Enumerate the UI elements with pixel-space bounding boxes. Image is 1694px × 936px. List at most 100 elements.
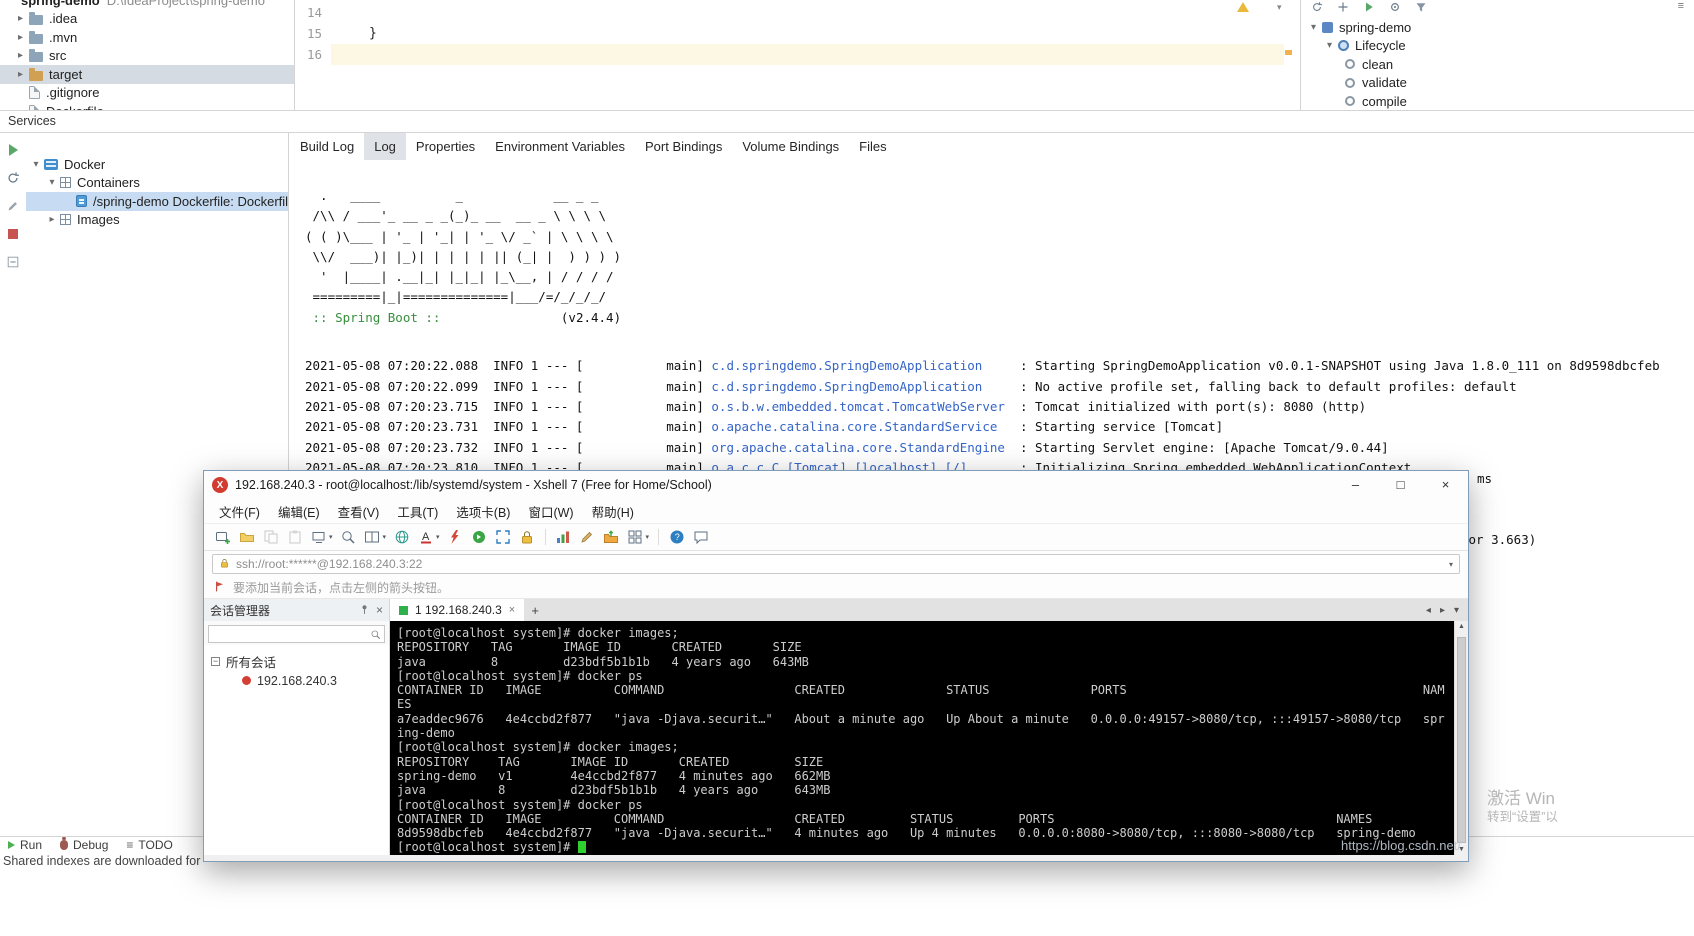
disconnect-icon[interactable] [445, 527, 466, 548]
run-maven-icon[interactable] [1363, 1, 1375, 13]
maven-goal[interactable]: clean [1301, 55, 1694, 74]
chevron-right-icon[interactable]: ▸ [14, 50, 27, 61]
run-toolwindow-button[interactable]: Run [8, 838, 42, 852]
chevron-right-icon[interactable]: ▸ [46, 214, 58, 225]
filter-icon[interactable] [1415, 1, 1427, 13]
project-tree-item[interactable]: .gitignore [0, 84, 294, 103]
terminal-scrollbar[interactable]: ▲ ▼ [1454, 621, 1468, 855]
address-dropdown-icon[interactable]: ▾ [1449, 560, 1453, 569]
session-item[interactable]: 192.168.240.3 [204, 671, 389, 690]
services-tab-volume-bindings[interactable]: Volume Bindings [732, 133, 849, 160]
split-view-icon[interactable] [362, 527, 383, 548]
open-session-icon[interactable] [236, 527, 257, 548]
maven-lifecycle-row[interactable]: ▾ Lifecycle [1301, 37, 1694, 56]
menu-icon[interactable]: ≡ [1678, 0, 1684, 12]
search-icon[interactable] [370, 627, 381, 645]
lock-toolbar-icon[interactable] [517, 527, 538, 548]
dropdown-caret-icon[interactable]: ▾ [383, 533, 387, 541]
warning-icon[interactable] [1237, 2, 1249, 12]
menu-item[interactable]: 选项卡(B) [447, 502, 519, 521]
xshell-titlebar[interactable]: X 192.168.240.3 - root@localhost:/lib/sy… [204, 471, 1468, 499]
refresh-icon[interactable] [1311, 1, 1323, 13]
project-tree-item[interactable]: ▸src [0, 47, 294, 66]
all-sessions-item[interactable]: − 所有会话 [204, 652, 389, 671]
terminal[interactable]: [root@localhost system]# docker images;R… [390, 621, 1454, 855]
services-tree-item[interactable]: ▾Containers [26, 174, 288, 193]
font-color-icon[interactable]: A [415, 527, 436, 548]
services-tab-files[interactable]: Files [849, 133, 896, 160]
chevron-right-icon[interactable]: ▸ [14, 69, 27, 80]
dropdown-caret-icon[interactable]: ▾ [436, 533, 440, 541]
chevron-down-icon[interactable]: ▾ [1307, 22, 1320, 33]
services-panel-header[interactable]: Services [0, 110, 1694, 133]
session-search-input[interactable] [208, 625, 385, 643]
collapse-all-icon[interactable] [6, 255, 20, 269]
project-tree-item[interactable]: Dockerfile [0, 102, 294, 110]
services-tree-item[interactable]: ▾Docker [26, 155, 288, 174]
services-tree-item[interactable]: ▸Images [26, 211, 288, 230]
debug-toolwindow-button[interactable]: Debug [60, 838, 108, 852]
edit-icon[interactable] [6, 199, 20, 213]
tab-prev-icon[interactable]: ◂ [1426, 605, 1431, 616]
maximize-button[interactable]: □ [1378, 471, 1423, 499]
terminal-tab[interactable]: 1 192.168.240.3 × [390, 599, 524, 621]
globe-icon[interactable] [391, 527, 412, 548]
find-icon[interactable] [338, 527, 359, 548]
menu-item[interactable]: 帮助(H) [583, 502, 643, 521]
menu-item[interactable]: 工具(T) [388, 502, 447, 521]
help-icon[interactable]: ? [666, 527, 687, 548]
chevron-down-icon[interactable]: ▾ [1277, 2, 1282, 13]
chevron-right-icon[interactable]: ▸ [14, 32, 27, 43]
services-tree-item[interactable]: /spring-demo Dockerfile: Dockerfile [26, 192, 288, 211]
services-tab-environment-variables[interactable]: Environment Variables [485, 133, 635, 160]
project-tree-item[interactable]: ▸.mvn [0, 28, 294, 47]
pin-icon[interactable] [359, 603, 370, 618]
menu-item[interactable]: 查看(V) [329, 502, 389, 521]
editor[interactable]: 141516 } ▾ [295, 0, 1300, 110]
chart-icon[interactable] [553, 527, 574, 548]
menu-item[interactable]: 文件(F) [210, 502, 269, 521]
session-panel-close-icon[interactable]: × [376, 603, 383, 617]
grid-view-icon[interactable] [625, 527, 646, 548]
chevron-right-icon[interactable]: ▸ [14, 13, 27, 24]
start-icon[interactable] [6, 143, 20, 157]
project-tree-item[interactable]: ▸.idea [0, 10, 294, 29]
feedback-icon[interactable] [690, 527, 711, 548]
project-tree-item[interactable]: ▸target [0, 65, 294, 84]
tab-close-icon[interactable]: × [509, 604, 515, 616]
maven-goal[interactable]: compile [1301, 92, 1694, 110]
dropdown-caret-icon[interactable]: ▾ [646, 533, 650, 541]
menu-item[interactable]: 窗口(W) [519, 502, 582, 521]
scroll-up-icon[interactable]: ▲ [1458, 623, 1465, 630]
copy-icon[interactable] [260, 527, 281, 548]
chevron-down-icon[interactable]: ▾ [46, 177, 58, 188]
gear-icon[interactable] [1389, 1, 1401, 13]
chevron-down-icon[interactable]: ▾ [30, 159, 42, 170]
menu-item[interactable]: 编辑(E) [269, 502, 329, 521]
plus-icon[interactable] [1337, 1, 1349, 13]
paste-icon[interactable] [284, 527, 305, 548]
compose-icon[interactable] [577, 527, 598, 548]
services-tab-port-bindings[interactable]: Port Bindings [635, 133, 732, 160]
tab-menu-icon[interactable]: ▾ [1454, 605, 1459, 616]
maven-project-row[interactable]: ▾ spring-demo [1301, 18, 1694, 37]
project-tree-root[interactable]: spring-demoD:\IdeaProject\spring-demo [0, 0, 294, 10]
new-tab-button[interactable]: + [524, 603, 546, 618]
reconnect-icon[interactable] [469, 527, 490, 548]
transfer-icon[interactable] [601, 527, 622, 548]
dropdown-caret-icon[interactable]: ▾ [329, 533, 333, 541]
tab-next-icon[interactable]: ▸ [1440, 605, 1445, 616]
maven-goal[interactable]: validate [1301, 74, 1694, 93]
services-tab-log[interactable]: Log [364, 133, 406, 160]
services-tab-build-log[interactable]: Build Log [290, 133, 364, 160]
close-button[interactable]: × [1423, 471, 1468, 499]
collapse-icon[interactable]: − [211, 657, 220, 666]
refresh-icon[interactable] [6, 171, 20, 185]
stop-icon[interactable] [6, 227, 20, 241]
services-tab-properties[interactable]: Properties [406, 133, 485, 160]
address-box[interactable]: ssh://root:******@192.168.240.3:22 ▾ [212, 554, 1460, 574]
fullscreen-icon[interactable] [493, 527, 514, 548]
xshell-window[interactable]: X 192.168.240.3 - root@localhost:/lib/sy… [203, 470, 1469, 862]
minimize-button[interactable]: – [1333, 471, 1378, 499]
scrollbar-thumb[interactable] [1457, 637, 1466, 843]
